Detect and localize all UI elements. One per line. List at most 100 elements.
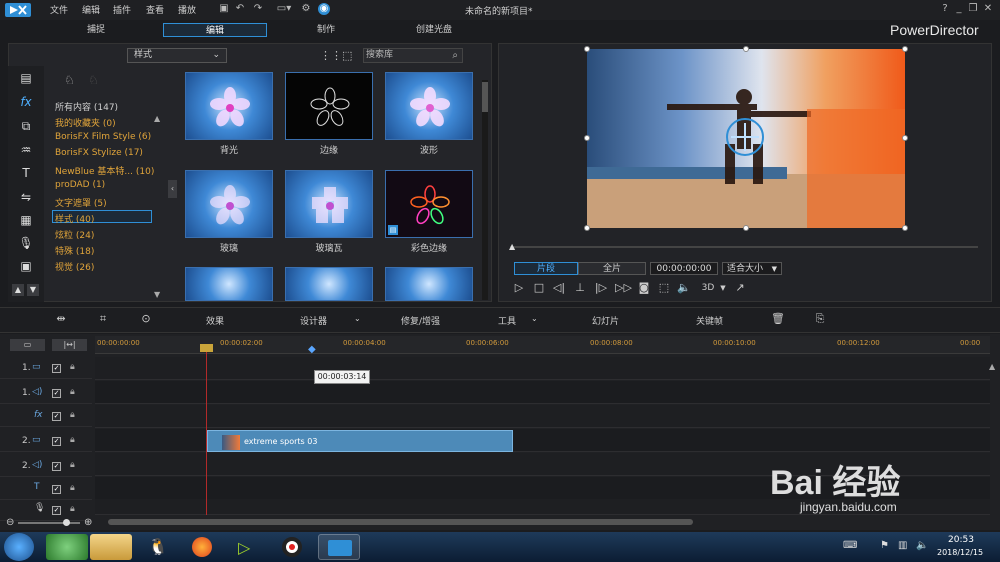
effect-thumb-glass[interactable] [185, 170, 273, 238]
more-options-icon[interactable]: ⊙ [139, 312, 153, 326]
scroll-up-icon[interactable]: ▲ [12, 284, 24, 296]
zoom-slider-knob[interactable] [63, 519, 70, 526]
menu-file[interactable]: 文件 [50, 3, 68, 16]
chapter-room-icon[interactable]: ▣ [18, 258, 34, 274]
taskbar-recorder-icon[interactable] [272, 534, 314, 560]
zoom-fit-dropdown[interactable]: 适合大小 ▼ [722, 262, 782, 275]
playhead-handle[interactable] [200, 344, 213, 352]
fix-enhance-button[interactable]: 修复/增强 [401, 314, 440, 327]
split-marker-icon[interactable]: ⊥ [573, 281, 587, 295]
tab-create-disc[interactable]: 创建光盘 [398, 23, 470, 37]
category-newblue[interactable]: NewBlue 基本特... (10) [55, 164, 154, 177]
trim-icon[interactable]: ⇹ [54, 312, 68, 326]
clip-mode-button[interactable]: 片段 [514, 262, 578, 275]
fast-forward-icon[interactable]: ▷▷ [615, 281, 632, 295]
taskbar-clock-time[interactable]: 20:53 [948, 535, 974, 545]
movie-mode-button[interactable]: 全片 [578, 262, 646, 275]
undo-icon[interactable]: ↶ [234, 3, 246, 15]
track-enable-checkbox[interactable]: ✓ [52, 364, 61, 373]
3d-toggle[interactable]: 3D [700, 281, 716, 295]
timeline-horizontal-scrollbar[interactable] [108, 519, 693, 525]
resize-handle-l[interactable] [584, 135, 590, 141]
help-button[interactable]: ? [939, 3, 951, 15]
library-search-input[interactable]: 搜索库 ⌕ [363, 48, 463, 63]
pip-room-icon[interactable]: ⧉ [18, 118, 34, 134]
track-row-fx[interactable] [95, 405, 990, 428]
menu-plugins[interactable]: 插件 [113, 3, 131, 16]
tray-flag-icon[interactable]: ⚑ [880, 540, 889, 551]
track-enable-checkbox[interactable]: ✓ [52, 462, 61, 471]
previous-frame-icon[interactable]: ◁| [552, 281, 566, 295]
track-enable-checkbox[interactable]: ✓ [52, 506, 61, 515]
tab-capture[interactable]: 捕捉 [60, 23, 132, 37]
menu-play[interactable]: 播放 [178, 3, 196, 16]
taskbar-firefox-icon[interactable] [182, 534, 224, 560]
taskbar-clock-date[interactable]: 2018/12/15 [937, 548, 983, 557]
category-borisfx-film[interactable]: BorisFX Film Style (6) [55, 132, 151, 142]
thumbnail-size-icon[interactable]: ⬚ [342, 49, 352, 62]
lock-icon[interactable]: 🔒︎ [70, 483, 75, 493]
volume-icon[interactable]: 🔈 [677, 281, 691, 295]
stop-icon[interactable]: □ [532, 281, 546, 295]
category-particle[interactable]: 炫粒 (24) [55, 228, 94, 241]
category-favorites[interactable]: 我的收藏夹 (0) [55, 116, 116, 129]
library-scrollbar-thumb[interactable] [482, 82, 488, 112]
redo-icon[interactable]: ↷ [252, 3, 264, 15]
effect-thumb-backlight[interactable] [185, 72, 273, 140]
category-borisfx-stylize[interactable]: BorisFX Stylize (17) [55, 148, 143, 158]
effect-thumb-row3-3[interactable] [385, 267, 473, 301]
minimize-button[interactable]: _ [953, 3, 965, 15]
preview-scrubber[interactable] [510, 246, 978, 248]
windows-start-icon[interactable] [4, 533, 34, 561]
effect-thumb-edge[interactable] [285, 72, 373, 140]
save-icon[interactable]: ▣ [218, 3, 230, 15]
fx-room-icon[interactable]: fx [18, 94, 34, 110]
resize-handle-bl[interactable] [584, 225, 590, 231]
trash-icon[interactable]: 🗑 [771, 312, 785, 326]
resize-handle-tr[interactable] [902, 46, 908, 52]
play-icon[interactable]: ▷ [512, 281, 526, 295]
fit-timeline-icon[interactable]: |↔| [52, 339, 87, 351]
effects-button[interactable]: 效果 [206, 314, 224, 327]
taskbar-powerdirector-icon[interactable] [318, 534, 360, 560]
resize-handle-br[interactable] [902, 225, 908, 231]
resize-handle-b[interactable] [743, 225, 749, 231]
category-scroll-up-icon[interactable]: ▲ [154, 114, 160, 123]
category-text-mask[interactable]: 文字遮罩 (5) [55, 196, 107, 209]
close-button[interactable]: ✕ [982, 3, 994, 15]
zoom-in-icon[interactable]: ⊕ [84, 517, 92, 528]
lock-icon[interactable]: 🔒︎ [70, 387, 75, 397]
settings-gear-icon[interactable]: ⚙ [300, 3, 312, 15]
resize-handle-t[interactable] [743, 46, 749, 52]
category-special[interactable]: 特殊 (18) [55, 244, 94, 257]
taskbar-qq-icon[interactable]: 🐧 [136, 534, 178, 560]
undock-icon[interactable]: ↗ [733, 281, 747, 295]
lock-icon[interactable]: 🔒︎ [70, 504, 75, 514]
title-room-icon[interactable]: T [18, 165, 34, 181]
timecode-display[interactable]: 00:00:00:00 [650, 262, 718, 275]
resize-handle-tl[interactable] [584, 46, 590, 52]
category-all[interactable]: 所有内容 (147) [55, 100, 118, 113]
style-dropdown[interactable]: 样式 ⌄ [127, 48, 227, 63]
keyframe-button[interactable]: 关键帧 [696, 314, 723, 327]
aspect-ratio-icon[interactable]: ▭▾ [272, 3, 296, 15]
track-manager-icon[interactable]: ⎘ [813, 312, 827, 326]
particle-room-icon[interactable]: ♒ [18, 142, 34, 158]
maximize-button[interactable]: ❐ [967, 3, 979, 15]
category-visual[interactable]: 视觉 (26) [55, 260, 94, 273]
next-frame-icon[interactable]: |▷ [594, 281, 608, 295]
tray-network-icon[interactable]: ▥ [898, 540, 907, 551]
designer-dropdown-icon[interactable]: ⌄ [354, 314, 361, 323]
effect-thumb-glass-tile[interactable] [285, 170, 373, 238]
add-favorite-icon[interactable]: ♘ [64, 73, 75, 87]
track-enable-checkbox[interactable]: ✓ [52, 389, 61, 398]
remove-favorite-icon[interactable]: ♘ [88, 73, 99, 87]
crop-icon[interactable]: ⌗ [96, 312, 110, 326]
tab-edit[interactable]: 编辑 [163, 23, 267, 37]
lock-icon[interactable]: 🔒︎ [70, 435, 75, 445]
track-row-video-1[interactable] [95, 357, 990, 380]
preview-video-frame[interactable] [587, 49, 905, 228]
snapshot-camera-icon[interactable]: ◙ [637, 281, 651, 295]
voiceover-mic-icon[interactable]: 🎙 [18, 235, 34, 251]
designer-button[interactable]: 设计器 [300, 314, 327, 327]
